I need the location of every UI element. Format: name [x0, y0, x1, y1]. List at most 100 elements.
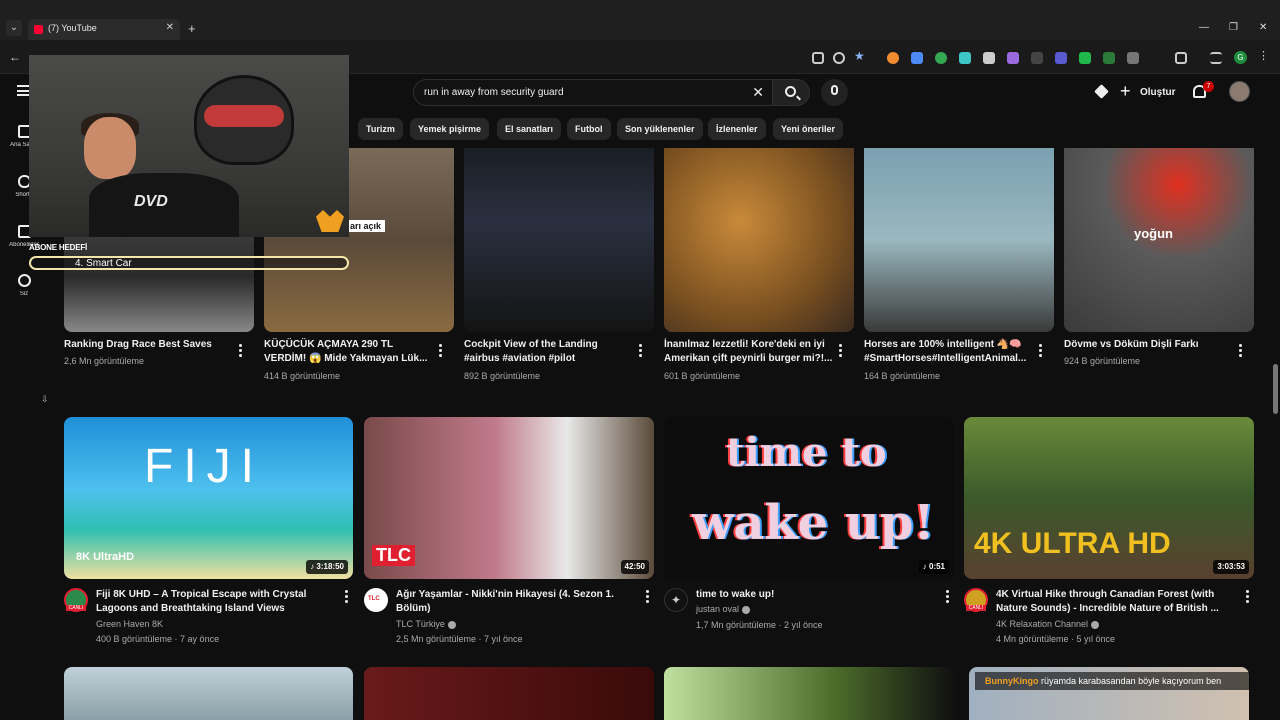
more-options-icon[interactable] — [1039, 344, 1043, 359]
extension-icon-7[interactable] — [1031, 52, 1043, 64]
chip-el-sanatlari[interactable]: El sanatları — [497, 118, 562, 140]
chip-yeni-oneriler[interactable]: Yeni öneriler — [773, 118, 844, 140]
channel-avatar[interactable]: TLC — [364, 588, 388, 612]
eye-off-icon[interactable] — [833, 52, 845, 64]
video-thumbnail-3[interactable] — [464, 148, 654, 332]
tab-search-button[interactable]: ⌄ — [6, 20, 22, 36]
extension-icon-2[interactable] — [911, 52, 923, 64]
ticker-user: BunnyKingo — [985, 676, 1039, 686]
back-button[interactable]: ← — [9, 50, 21, 64]
video-duration: ♪ 3:18:50 — [306, 560, 348, 574]
channel-name[interactable]: Green Haven 8K — [96, 619, 163, 629]
subscriber-goal-bar: 4. Smart Car — [29, 256, 349, 270]
youtube-favicon-icon — [34, 25, 43, 34]
video-views: 601 B görüntüleme — [664, 371, 741, 381]
page-scrollbar[interactable] — [1271, 74, 1280, 714]
channel-avatar[interactable]: CANLI — [964, 588, 988, 612]
channel-name[interactable]: TLC Türkiye — [396, 619, 456, 629]
reading-list-icon[interactable] — [1210, 52, 1222, 64]
tab-close-button[interactable]: ✕ — [166, 22, 174, 33]
cast-sparkle-icon[interactable] — [1094, 84, 1109, 99]
video-thumbnail-fiji[interactable]: FIJI 8K UltraHD ♪ 3:18:50 — [64, 417, 353, 579]
minimize-button[interactable]: — — [1199, 22, 1209, 33]
cast-icon[interactable] — [812, 52, 824, 64]
notification-badge: 7 — [1203, 81, 1214, 92]
window-close-button[interactable]: ✕ — [1259, 22, 1267, 33]
extension-icon-11[interactable] — [1127, 52, 1139, 64]
sparkle-icon: ✦ — [671, 593, 682, 607]
verified-check-icon — [742, 605, 751, 614]
more-options-icon[interactable] — [1239, 344, 1243, 359]
browser-tab[interactable]: (7) YouTube ✕ — [28, 19, 180, 40]
video-thumbnail-wake-up[interactable]: time to wake up! ♪ 0:51 — [664, 417, 954, 579]
chip-son-yuklenenler[interactable]: Son yüklenenler — [617, 118, 703, 140]
thumbnail-title-line1: time to — [726, 429, 887, 476]
more-options-icon[interactable] — [639, 344, 643, 359]
video-title[interactable]: Ranking Drag Race Best Saves — [64, 338, 234, 352]
channel-avatar[interactable]: CANLI — [64, 588, 88, 612]
video-thumbnail-5[interactable] — [864, 148, 1054, 332]
more-options-icon[interactable] — [839, 344, 843, 359]
video-title[interactable]: Horses are 100% intelligent 🐴🧠 #SmartHor… — [864, 338, 1034, 366]
chip-futbol[interactable]: Futbol — [567, 118, 611, 140]
video-thumbnail-4[interactable] — [664, 148, 854, 332]
video-title[interactable]: İnanılmaz lezzetli! Kore'deki en iyi Ame… — [664, 338, 834, 366]
bookmark-star-icon[interactable]: ★ — [854, 49, 865, 63]
thumbnail-title-line2: wake up! — [692, 495, 935, 551]
video-thumbnail-row3-1[interactable] — [64, 667, 353, 720]
search-button[interactable] — [772, 79, 810, 106]
video-thumbnail-tlc[interactable]: TLC 42:50 — [364, 417, 654, 579]
clear-search-icon[interactable]: ✕ — [752, 84, 764, 101]
search-input[interactable]: run in away from security guard ✕ — [413, 79, 773, 106]
video-thumbnail-row3-3[interactable] — [664, 667, 954, 720]
more-options-icon[interactable] — [646, 590, 650, 605]
video-title[interactable]: Cockpit View of the Landing #airbus #avi… — [464, 338, 634, 366]
chip-izlenenler[interactable]: İzlenenler — [708, 118, 766, 140]
video-views: 400 B görüntüleme · 7 ay önce — [96, 634, 220, 644]
extension-icon-1[interactable] — [887, 52, 899, 64]
channel-avatar[interactable]: ✦ — [664, 588, 688, 612]
nav-you[interactable]: Siz — [0, 274, 48, 297]
video-title[interactable]: Dövme vs Döküm Dişli Farkı — [1064, 338, 1234, 352]
maximize-button[interactable]: ❐ — [1229, 22, 1238, 33]
streamer-face — [84, 117, 136, 179]
extension-icon-4[interactable] — [959, 52, 971, 64]
video-title[interactable]: 4K Virtual Hike through Canadian Forest … — [996, 588, 1236, 616]
new-tab-button[interactable]: + — [188, 21, 196, 36]
extensions-puzzle-icon[interactable] — [1175, 52, 1187, 64]
more-options-icon[interactable] — [946, 590, 950, 605]
channel-name-text: 4K Relaxation Channel — [996, 619, 1089, 629]
download-icon[interactable]: ⇩ — [41, 394, 49, 405]
chip-yemek[interactable]: Yemek pişirme — [410, 118, 490, 140]
extension-icon-6[interactable] — [1007, 52, 1019, 64]
more-options-icon[interactable] — [439, 344, 443, 359]
channel-name[interactable]: 4K Relaxation Channel — [996, 619, 1100, 629]
chat-ticker: BunnyKingo rüyamda karabasandan böyle ka… — [975, 672, 1250, 690]
video-views: 2,5 Mn görüntüleme · 7 yıl önce — [396, 634, 523, 644]
extension-icon-8[interactable] — [1055, 52, 1067, 64]
video-title[interactable]: time to wake up! — [696, 588, 936, 602]
video-title[interactable]: Ağır Yaşamlar - Nikki'nin Hikayesi (4. S… — [396, 588, 636, 616]
video-thumbnail-6[interactable]: yoğun — [1064, 148, 1254, 332]
tlc-logo: TLC — [372, 545, 415, 566]
video-thumbnail-forest[interactable]: 4K ULTRA HD 3:03:53 — [964, 417, 1254, 579]
video-title[interactable]: Fiji 8K UHD – A Tropical Escape with Cry… — [96, 588, 336, 616]
scrollbar-thumb[interactable] — [1273, 364, 1278, 414]
extension-icon-9[interactable] — [1079, 52, 1091, 64]
voice-search-button[interactable] — [821, 79, 848, 106]
live-badge: CANLI — [66, 605, 86, 611]
video-title[interactable]: KÜÇÜCÜK AÇMAYA 290 TL VERDİM! 😱 Mide Yak… — [264, 338, 434, 366]
more-options-icon[interactable] — [1246, 590, 1250, 605]
chip-turizm[interactable]: Turizm — [358, 118, 403, 140]
extension-icon-5[interactable] — [983, 52, 995, 64]
browser-menu-icon[interactable]: ⋮ — [1258, 49, 1270, 62]
extension-icon-10[interactable] — [1103, 52, 1115, 64]
extension-icon-3[interactable] — [935, 52, 947, 64]
channel-name[interactable]: justan oval — [696, 604, 751, 614]
video-thumbnail-row3-2[interactable] — [364, 667, 654, 720]
account-avatar[interactable] — [1229, 81, 1250, 102]
create-button[interactable]: + Oluştur — [1116, 81, 1186, 105]
profile-avatar[interactable]: G — [1234, 51, 1247, 64]
more-options-icon[interactable] — [239, 344, 243, 359]
more-options-icon[interactable] — [345, 590, 349, 605]
